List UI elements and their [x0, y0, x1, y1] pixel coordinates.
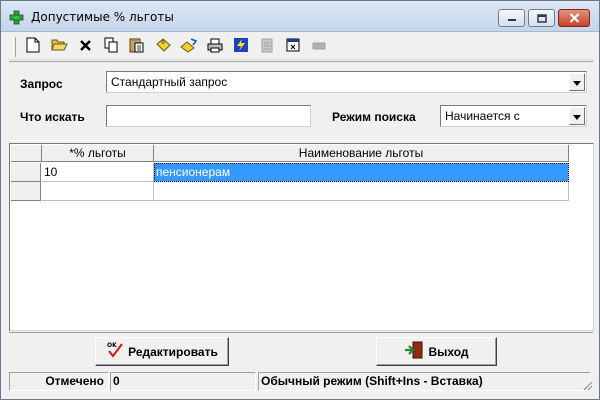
exit-door-icon [404, 341, 424, 362]
data-grid[interactable]: *% льготы Наименование льготы 10 пенсион… [9, 143, 594, 331]
dialog-icon [286, 38, 300, 55]
marked-count: 0 [110, 372, 256, 391]
exit-button[interactable]: Выход [376, 337, 497, 366]
lightning-button[interactable] [231, 37, 251, 56]
maximize-button[interactable] [528, 9, 555, 27]
toolbar [9, 33, 593, 60]
marked-label: Отмечено [9, 372, 109, 391]
grid-corner-header [11, 145, 42, 162]
print-icon [207, 38, 223, 56]
maximize-icon [536, 13, 547, 23]
minimize-button[interactable] [498, 9, 525, 27]
table-cell-name[interactable]: пенсионерам [154, 163, 569, 182]
paste-button[interactable] [127, 37, 147, 56]
query-select[interactable]: Стандартный запрос [106, 71, 587, 93]
main-window: Допустимые % льготы Запрос Стандартный з… [0, 0, 600, 400]
disabled-bar-button[interactable] [309, 37, 329, 56]
edit-button[interactable]: OK Редактировать [95, 337, 229, 366]
query-label: Запрос [20, 77, 63, 91]
column-header-discount[interactable]: *% льготы [42, 145, 154, 162]
svg-text:OK: OK [107, 342, 117, 349]
row-indicator[interactable] [11, 163, 41, 182]
disabled-bar-icon [312, 40, 326, 54]
toolbar-grip[interactable] [13, 37, 16, 57]
new-doc-icon [26, 37, 40, 56]
search-mode-value: Начинается с [445, 109, 520, 123]
dialog-button[interactable] [283, 37, 303, 56]
edit-button-label: Редактировать [128, 344, 218, 359]
tag-icon [155, 38, 171, 55]
edit-tag-icon [180, 37, 198, 56]
search-form: Запрос Стандартный запрос Что искать Реж… [9, 61, 593, 141]
close-button[interactable] [558, 9, 590, 27]
search-mode-label: Режим поиска [332, 110, 416, 124]
window-title: Допустимые % льготы [31, 10, 174, 24]
table-cell-discount[interactable] [42, 182, 154, 201]
chevron-down-icon [573, 109, 581, 123]
paste-icon [129, 37, 145, 56]
disabled-doc-button[interactable] [257, 37, 277, 56]
status-bar: Отмечено 0 Обычный режим (Shift+Ins - Вс… [9, 371, 593, 391]
button-bar: OK Редактировать Выход [9, 332, 593, 371]
edit-tag-button[interactable] [179, 37, 199, 56]
open-folder-icon [50, 38, 68, 55]
table-cell-discount[interactable]: 10 [42, 163, 154, 182]
search-mode-select[interactable]: Начинается с [440, 105, 587, 127]
close-icon [569, 13, 580, 23]
delete-button[interactable] [75, 37, 95, 56]
mode-status: Обычный режим (Shift+Ins - Вставка) [258, 372, 591, 391]
delete-x-icon [79, 39, 92, 55]
new-button[interactable] [23, 37, 43, 56]
minimize-icon [507, 14, 517, 22]
copy-icon [104, 37, 119, 56]
resize-grip-icon[interactable] [581, 379, 593, 391]
green-cross-icon [9, 10, 24, 25]
copy-button[interactable] [101, 37, 121, 56]
tag-button[interactable] [153, 37, 173, 56]
title-bar[interactable]: Допустимые % льготы [1, 1, 599, 32]
query-dropdown-button[interactable] [569, 73, 585, 91]
print-button[interactable] [205, 37, 225, 56]
disabled-doc-icon [261, 38, 273, 56]
lightning-icon [233, 37, 249, 56]
column-header-name[interactable]: Наименование льготы [154, 145, 569, 162]
query-value: Стандартный запрос [111, 75, 228, 89]
search-mode-dropdown-button[interactable] [569, 107, 585, 125]
table-cell-name[interactable] [154, 182, 569, 201]
grid-body: *% льготы Наименование льготы 10 пенсион… [11, 145, 592, 329]
exit-button-label: Выход [428, 344, 469, 359]
search-label: Что искать [20, 110, 85, 124]
row-indicator[interactable] [11, 182, 41, 201]
search-input[interactable] [106, 105, 311, 127]
ok-check-icon: OK [106, 341, 124, 362]
chevron-down-icon [573, 75, 581, 89]
open-button[interactable] [49, 37, 69, 56]
